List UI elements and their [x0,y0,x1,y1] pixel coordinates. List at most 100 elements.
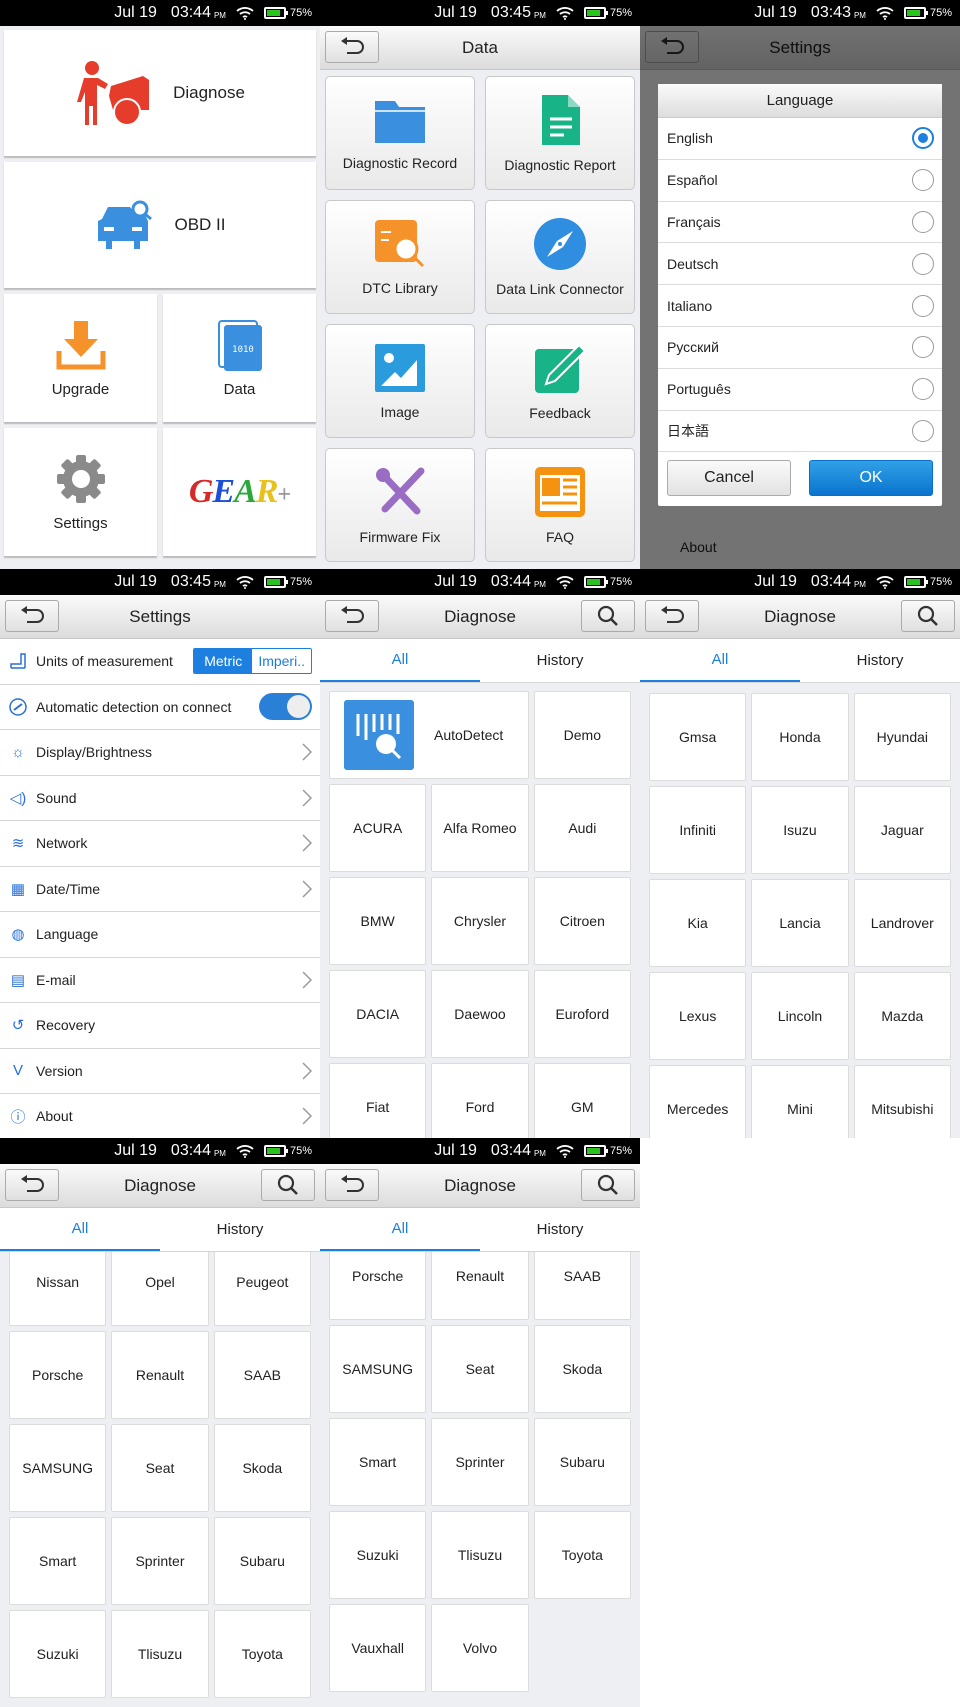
feedback-tile[interactable]: Feedback [485,324,635,438]
language-option[interactable]: Italiano [658,285,942,327]
radio-button[interactable] [912,169,934,192]
brand-tile[interactable]: Isuzu [751,786,849,874]
brand-tile[interactable]: Vauxhall [329,1604,427,1692]
brand-tile[interactable]: Porsche [9,1331,107,1419]
brand-tile[interactable]: Sprinter [111,1517,209,1605]
radio-button[interactable] [912,252,934,275]
radio-button[interactable] [912,210,934,233]
tab-all[interactable]: All [640,639,800,682]
brand-tile[interactable]: Renault [111,1331,209,1419]
gear-plus-tile[interactable]: GEAR+ [163,428,316,556]
brand-tile[interactable]: Suzuki [329,1511,427,1599]
diagnostic-record-tile[interactable]: Diagnostic Record [325,76,475,190]
search-button[interactable] [581,600,635,632]
brand-tile[interactable]: Audi [533,784,631,872]
ok-button[interactable]: OK [809,460,933,497]
tab-history[interactable]: History [160,1208,320,1251]
obd-tile[interactable]: OBD II [4,162,316,288]
brand-tile[interactable]: Smart [329,1418,427,1506]
tab-history[interactable]: History [480,1208,640,1251]
language-option[interactable]: Русский [658,327,942,369]
radio-button[interactable] [912,336,934,359]
settings-item[interactable]: ◁) Sound [0,775,320,821]
brand-tile[interactable]: Lincoln [751,972,849,1060]
diagnose-tile[interactable]: Diagnose [4,30,316,156]
back-button[interactable] [325,1169,379,1201]
brand-tile[interactable]: Subaru [533,1418,631,1506]
brand-tile[interactable]: Landrover [853,879,951,967]
settings-item[interactable]: ≋ Network [0,821,320,867]
tab-history[interactable]: History [480,639,640,682]
brand-tile[interactable]: Alfa Romeo [431,784,529,872]
brand-tile[interactable]: SAMSUNG [9,1424,107,1512]
image-tile[interactable]: Image [325,324,475,438]
brand-tile[interactable]: Skoda [533,1325,631,1413]
radio-button[interactable] [912,294,934,317]
brand-tile[interactable]: DACIA [329,970,427,1058]
brand-tile[interactable]: Gmsa [649,693,747,781]
brand-tile[interactable]: SAAB [213,1331,311,1419]
data-tile[interactable]: 1010 Data [163,294,316,422]
brand-tile[interactable]: Fiat [329,1063,427,1138]
brand-tile[interactable]: Kia [649,879,747,967]
language-option[interactable]: Deutsch [658,243,942,286]
radio-button[interactable] [912,378,934,401]
brand-tile[interactable]: Mazda [853,972,951,1060]
brand-tile[interactable]: Ford [431,1063,529,1138]
brand-tile[interactable]: Sprinter [431,1418,529,1506]
firmware-fix-tile[interactable]: Firmware Fix [325,448,475,562]
brand-tile[interactable]: Tlisuzu [431,1511,529,1599]
tab-all[interactable]: All [0,1208,160,1251]
brand-tile[interactable]: Jaguar [853,786,951,874]
brand-tile[interactable]: Lancia [751,879,849,967]
brand-tile[interactable]: ACURA [329,784,427,872]
brand-tile[interactable]: Citroen [533,877,631,965]
brand-tile[interactable]: Euroford [533,970,631,1058]
back-button[interactable] [5,600,59,632]
brand-tile[interactable]: Daewoo [431,970,529,1058]
brand-tile[interactable]: Toyota [533,1511,631,1599]
language-option[interactable]: Português [658,369,942,411]
brand-tile[interactable]: Seat [111,1424,209,1512]
demo-tile[interactable]: Demo [533,691,631,779]
settings-item[interactable]: ☼ Display/Brightness [0,730,320,776]
metric-option[interactable]: Metric [194,649,253,674]
brand-tile[interactable]: Infiniti [649,786,747,874]
language-option[interactable]: 日本語 [658,411,942,453]
back-button[interactable] [325,600,379,632]
brand-tile[interactable]: Subaru [213,1517,311,1605]
back-button[interactable] [325,31,379,63]
settings-item[interactable]: ◍ Language [0,912,320,958]
settings-tile[interactable]: Settings [4,428,157,556]
imperial-option[interactable]: Imperi.. [252,649,311,674]
language-option[interactable]: Español [658,160,942,202]
brand-tile[interactable]: Lexus [649,972,747,1060]
brand-tile[interactable]: Smart [9,1517,107,1605]
faq-tile[interactable]: FAQ [485,448,635,562]
brand-tile[interactable]: Honda [751,693,849,781]
brand-tile[interactable]: Toyota [213,1610,311,1698]
settings-item[interactable]: ⓘ About [0,1094,320,1138]
tab-history[interactable]: History [800,639,960,682]
brand-tile[interactable]: SAMSUNG [329,1325,427,1413]
brand-tile[interactable]: Mini [751,1065,849,1138]
cancel-button[interactable]: Cancel [667,460,791,497]
back-button[interactable] [5,1169,59,1201]
brand-tile[interactable]: GM [533,1063,631,1138]
tab-all[interactable]: All [320,639,480,682]
radio-button[interactable] [912,127,934,150]
brand-tile[interactable]: Suzuki [9,1610,107,1698]
search-button[interactable] [901,600,955,632]
search-button[interactable] [581,1169,635,1201]
search-button[interactable] [261,1169,315,1201]
settings-item[interactable]: ▤ E-mail [0,957,320,1003]
auto-detect-toggle[interactable] [259,693,312,721]
brand-tile[interactable]: Hyundai [853,693,951,781]
brand-tile[interactable]: Chrysler [431,877,529,965]
brand-tile[interactable]: Mercedes [649,1065,747,1138]
upgrade-tile[interactable]: Upgrade [4,294,157,422]
language-option[interactable]: Français [658,202,942,244]
diagnostic-report-tile[interactable]: Diagnostic Report [485,76,635,190]
settings-item[interactable]: ↺ Recovery [0,1003,320,1049]
brand-tile[interactable]: Skoda [213,1424,311,1512]
